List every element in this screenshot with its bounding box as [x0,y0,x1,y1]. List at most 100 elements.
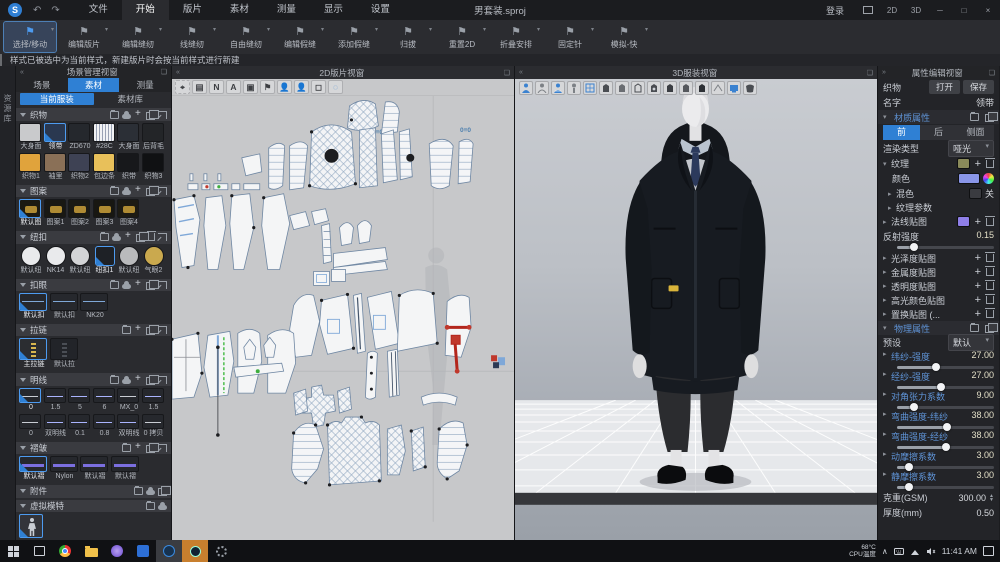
ribbon-tool-button[interactable]: ⚑ 线缝纫 ▾ [166,22,218,52]
garment-3d-icon[interactable] [743,81,757,95]
dropdown-caret-icon[interactable]: ▾ [321,26,324,33]
avatar-pose-icon[interactable] [567,81,581,95]
face-tab[interactable]: 前 [883,125,920,140]
topstitch-thumb[interactable]: 0.8 [93,414,117,438]
chevron-icon[interactable]: ▾ [883,113,888,121]
map-row[interactable]: ▸ 透明度贴图 + [878,279,999,293]
fabric-swatch[interactable]: 大身面 [19,123,43,151]
open-button[interactable]: 打开 [929,80,960,94]
ribbon-tool-button[interactable]: ⚑ 折叠安排 ▾ [490,22,542,52]
map-row[interactable]: ▸ 置换贴图 (... + [878,307,999,321]
topstitch-thumb[interactable]: MX_0 [117,388,141,412]
menu-item[interactable]: 文件 [75,0,122,20]
add-icon[interactable] [134,281,143,289]
cloud-icon[interactable] [122,111,131,119]
render-type-select[interactable]: 哑光▾ [948,140,994,157]
shirt-gray-icon[interactable]: 👤 [294,80,309,94]
collapse-icon[interactable]: « [172,69,184,76]
face-tab[interactable]: 后 [920,125,957,140]
expand-icon[interactable] [158,233,167,241]
fabric-swatch[interactable]: 后背毛 [142,123,166,151]
dropdown-caret-icon[interactable]: ▾ [537,26,540,33]
pin-icon[interactable]: ◻ [311,80,326,94]
slider-track[interactable] [897,486,994,489]
slider-track[interactable] [897,426,994,429]
active-app-icon[interactable] [182,540,208,562]
layers-icon[interactable]: ▤ [192,80,207,94]
undo-icon[interactable]: ↶ [28,5,46,16]
garment-canvas[interactable] [515,79,877,540]
trash-icon[interactable] [148,233,155,241]
fabric-swatch[interactable]: #28C [93,123,117,151]
reflect-slider[interactable] [897,246,994,249]
zipper-thumb[interactable]: 主拉链 [19,338,49,369]
normal-map-label[interactable]: 法线贴图 [891,215,957,228]
expand-icon[interactable] [158,281,167,289]
copy-icon[interactable] [146,377,155,385]
section-button-header[interactable]: 纽扣 [16,231,171,243]
avatar-mesh-icon[interactable] [551,81,565,95]
minimize-button[interactable]: ─ [928,0,952,20]
network-icon[interactable] [910,547,920,556]
cloud-icon[interactable] [146,487,155,495]
topstitch-thumb[interactable]: 0.1 [68,414,92,438]
folder-icon[interactable] [146,502,155,510]
garment-thick-icon[interactable] [695,81,709,95]
dropdown-caret-icon[interactable]: ▾ [591,26,594,33]
buttonhole-thumb[interactable]: 默认扣 [50,293,80,320]
copy-icon[interactable] [158,488,167,496]
slider-track[interactable] [897,466,994,469]
color-picker-icon[interactable] [983,173,994,184]
slider-track[interactable] [897,386,994,389]
trash-icon[interactable] [986,254,994,262]
chevron-icon[interactable]: ▸ [883,390,888,403]
save-icon[interactable] [985,325,994,333]
topstitch-thumb[interactable]: 0 拷贝 [142,414,166,438]
face-tab[interactable]: 侧面 [957,125,994,140]
collapse-icon[interactable]: » [878,69,890,76]
cloud-icon[interactable] [158,502,167,510]
chevron-icon[interactable]: ▸ [883,430,888,443]
sidebar-tab[interactable]: 素材 [68,78,120,92]
cloud-icon[interactable] [122,187,131,195]
add-icon[interactable]: + [975,294,981,306]
ribbon-tool-button[interactable]: ⚑ 添加假缝 ▾ [328,22,380,52]
section-buttonhole-header[interactable]: 扣眼 [16,279,171,291]
folder-icon[interactable] [970,324,979,332]
blue-app-icon[interactable] [130,540,156,562]
section-avatar-header[interactable]: 虚拟模特 [16,500,171,512]
collapsed-panel-label[interactable]: 资源库 [2,94,13,540]
view-2d-toggle[interactable]: 2D [880,0,904,20]
dropdown-caret-icon[interactable]: ▾ [645,26,648,33]
garment-stress-icon[interactable] [647,81,661,95]
add-icon[interactable]: + [975,280,981,292]
physical-section-title[interactable]: 物理属性 [894,322,964,335]
button-thumb[interactable]: 默认纽 [117,246,141,275]
folder-icon[interactable] [110,111,119,119]
fabric-swatch[interactable]: 织物2 [68,153,92,181]
save-icon[interactable] [985,114,994,122]
name-value[interactable]: 领带 [976,96,994,109]
fabric-swatch[interactable]: ZD670 [68,123,92,151]
keyboard-icon[interactable] [894,547,904,556]
ruler-flag-icon[interactable]: ⚑ [260,80,275,94]
slider-track[interactable] [897,446,994,449]
topstitch-thumb[interactable]: 5 [68,388,92,412]
map-row[interactable]: ▸ 高光颜色贴图 + [878,293,999,307]
pleat-thumb[interactable]: 默认褶 [111,456,141,481]
expand-icon[interactable] [158,187,167,195]
file-explorer-icon[interactable] [78,540,104,562]
pleat-thumb[interactable]: 默认褶 [19,456,49,481]
chevron-icon[interactable]: ▸ [883,370,888,383]
avatar-show-icon[interactable] [519,81,533,95]
ribbon-tool-button[interactable]: ⚑ 编辑版片 ▾ [58,22,110,52]
dropdown-caret-icon[interactable]: ▾ [267,26,270,33]
ribbon-tool-button[interactable]: ⚑ 重置2D ▾ [436,22,488,52]
ribbon-tool-button[interactable]: ⚑ 模拟-快 ▾ [598,22,650,52]
trash-icon[interactable] [986,310,994,318]
reflect-value[interactable]: 0.15 [976,230,994,243]
fabric-swatch[interactable]: 织物3 [142,153,166,181]
folder-icon[interactable] [110,281,119,289]
pattern-thumb[interactable]: 图案1 [44,199,68,227]
color-swatch[interactable] [958,173,980,184]
